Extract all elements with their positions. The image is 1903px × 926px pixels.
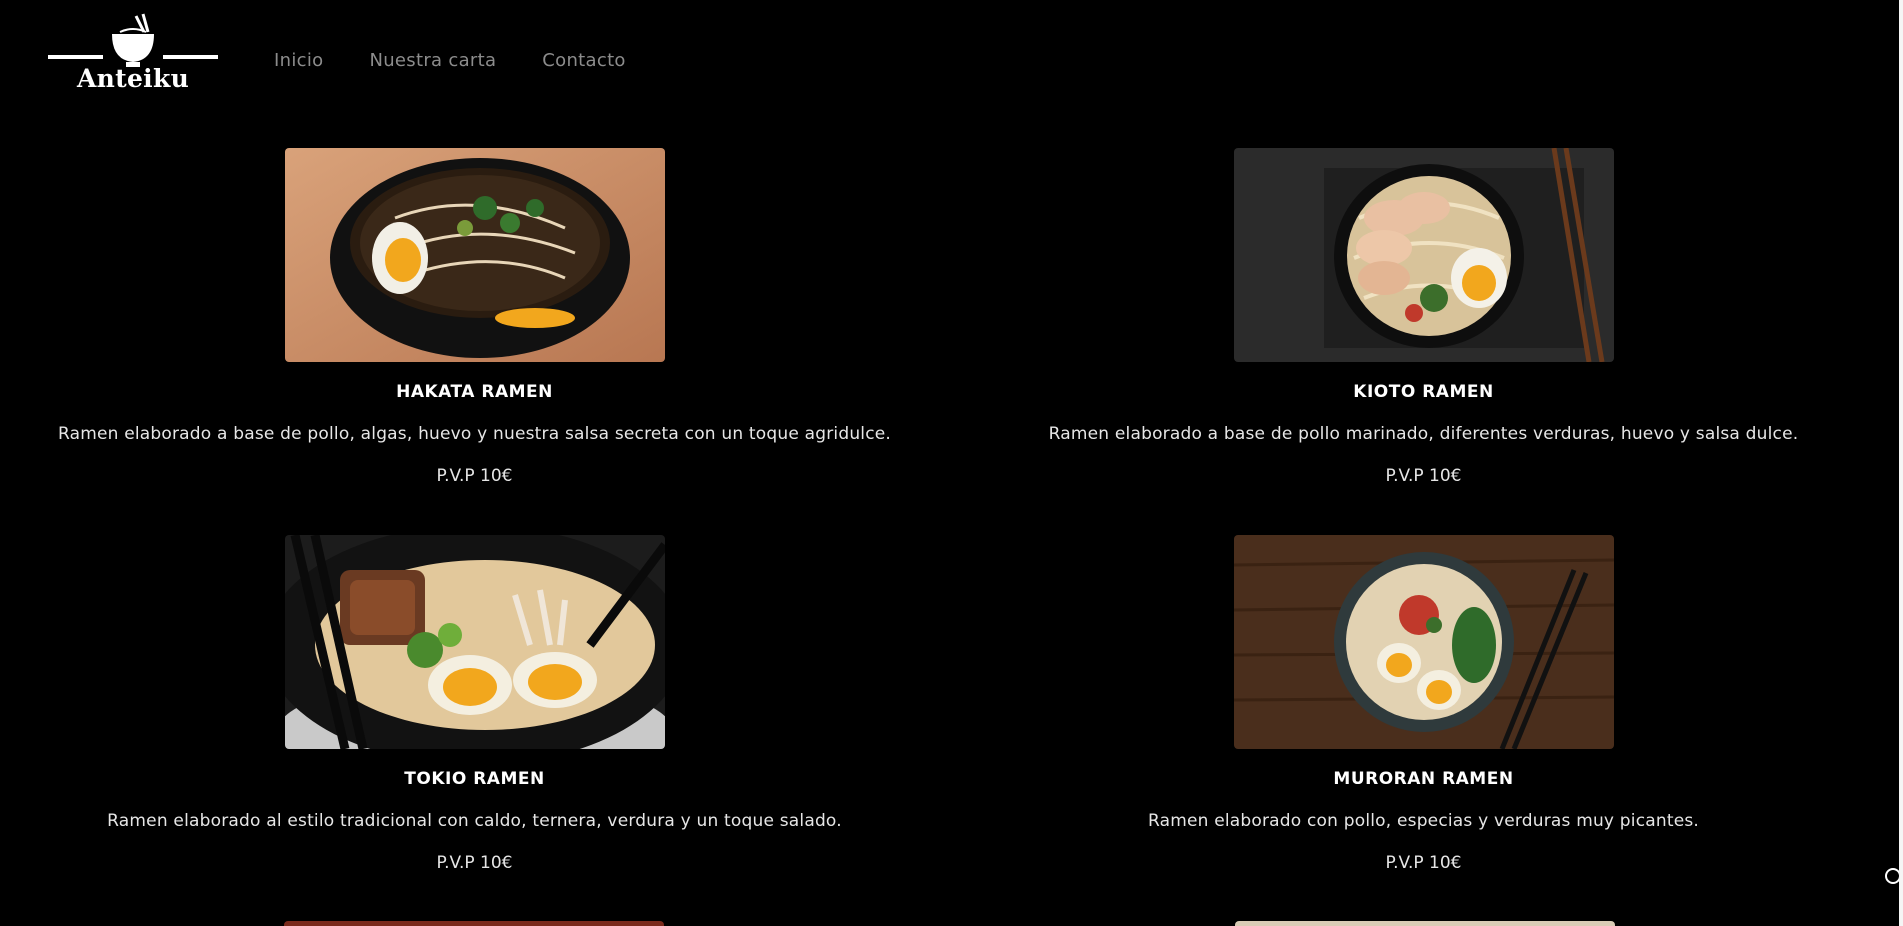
menu-item-tokio: TOKIO RAMEN Ramen elaborado al estilo tr… <box>0 535 949 873</box>
menu-item-name: TOKIO RAMEN <box>404 769 545 789</box>
menu-item-muroran: MURORAN RAMEN Ramen elaborado con pollo,… <box>949 535 1898 873</box>
nav-contacto[interactable]: Contacto <box>542 50 625 71</box>
hakata-ramen-photo <box>284 148 665 362</box>
menu-item-price: P.V.P 10€ <box>436 853 513 873</box>
menu-item-price: P.V.P 10€ <box>1385 853 1462 873</box>
site-header: Anteiku Inicio Nuestra carta Contacto <box>0 0 1898 120</box>
menu-item-price: P.V.P 10€ <box>436 466 513 486</box>
ramen-bowl-icon <box>48 13 218 67</box>
menu-item-description: Ramen elaborado a base de pollo, algas, … <box>57 424 892 444</box>
menu-item-name: KIOTO RAMEN <box>1353 382 1494 402</box>
menu-item-kioto: KIOTO RAMEN Ramen elaborado a base de po… <box>949 148 1898 486</box>
scrollbar[interactable] <box>1899 0 1903 926</box>
nav-inicio[interactable]: Inicio <box>274 50 323 71</box>
menu-item-name: MURORAN RAMEN <box>1333 769 1514 789</box>
main-nav: Inicio Nuestra carta Contacto <box>274 50 626 71</box>
menu-item-hakata: HAKATA RAMEN Ramen elaborado a base de p… <box>0 148 949 486</box>
page: Anteiku Inicio Nuestra carta Contacto HA… <box>0 0 1903 926</box>
next-item-photo-partial <box>284 921 664 926</box>
menu-item-description: Ramen elaborado a base de pollo marinado… <box>1048 424 1799 444</box>
kioto-ramen-photo <box>1233 148 1614 362</box>
muroran-ramen-photo <box>1233 535 1614 749</box>
next-item-photo-partial <box>1235 921 1615 926</box>
menu-item-description: Ramen elaborado con pollo, especias y ve… <box>1147 811 1700 831</box>
logo[interactable]: Anteiku <box>48 12 218 102</box>
brand-name: Anteiku <box>76 64 190 93</box>
menu-item-price: P.V.P 10€ <box>1385 466 1462 486</box>
menu-item-name: HAKATA RAMEN <box>396 382 553 402</box>
nav-nuestra-carta[interactable]: Nuestra carta <box>369 50 496 71</box>
menu-item-description: Ramen elaborado al estilo tradicional co… <box>107 811 842 831</box>
tokio-ramen-photo <box>284 535 665 749</box>
